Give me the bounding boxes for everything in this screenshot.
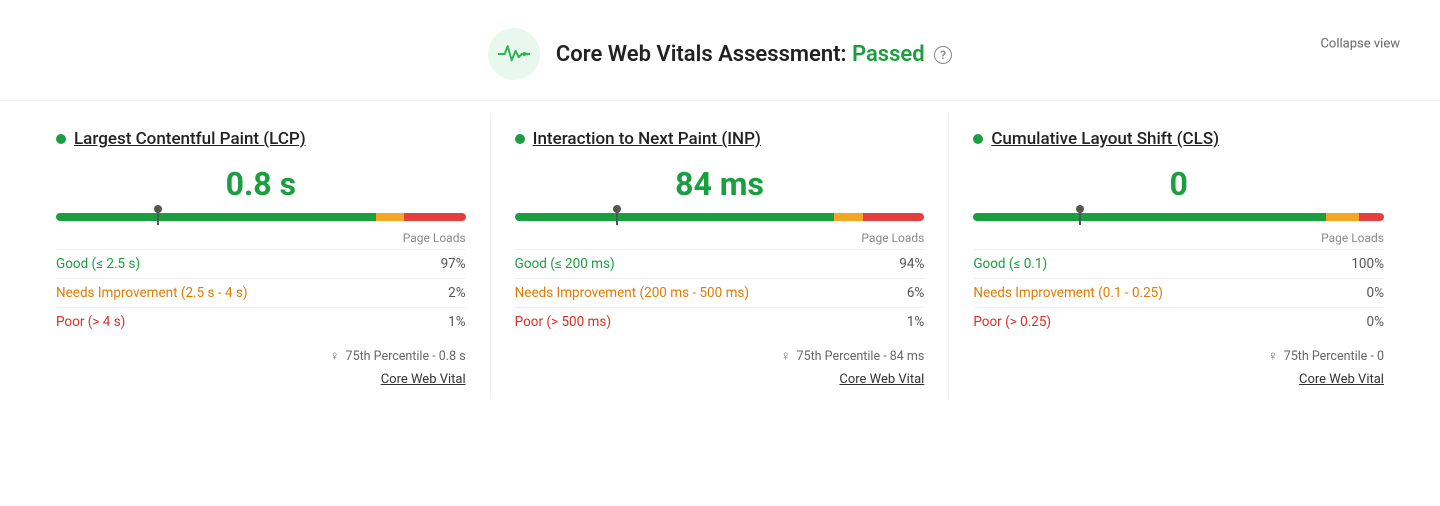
- marker-cls: [1079, 209, 1081, 225]
- metric-card-inp: Interaction to Next Paint (INP) 84 ms Pa…: [491, 113, 950, 399]
- stat-label-lcp-2: Poor (> 4 s): [56, 314, 125, 330]
- metric-header-lcp: Largest Contentful Paint (LCP): [56, 129, 466, 149]
- stat-value-cls-1: 0%: [1367, 285, 1384, 301]
- metric-value-lcp: 0.8 s: [56, 165, 466, 203]
- metric-card-cls: Cumulative Layout Shift (CLS) 0 Page Loa…: [949, 113, 1408, 399]
- bar-good-cls: [973, 213, 1326, 221]
- stat-value-inp-0: 94%: [899, 256, 924, 272]
- bar-good-inp: [515, 213, 835, 221]
- bar-needs-lcp: [376, 213, 405, 221]
- progress-bar-lcp: [56, 213, 466, 223]
- bar-track-cls: [973, 213, 1384, 221]
- stat-label-inp-0: Good (≤ 200 ms): [515, 256, 615, 272]
- stat-row-lcp-1: Needs Improvement (2.5 s - 4 s) 2%: [56, 278, 466, 307]
- stat-label-cls-2: Poor (> 0.25): [973, 314, 1051, 330]
- percentile-text-cls: 75th Percentile - 0: [1284, 349, 1384, 364]
- metric-name-cls[interactable]: Cumulative Layout Shift (CLS): [991, 129, 1219, 149]
- percentile-row-lcp: ♀ 75th Percentile - 0.8 s: [56, 344, 466, 364]
- page-loads-label-inp: Page Loads: [515, 231, 925, 245]
- core-web-vital-link-lcp[interactable]: Core Web Vital: [56, 372, 466, 387]
- stat-label-cls-0: Good (≤ 0.1): [973, 256, 1047, 272]
- stat-row-cls-0: Good (≤ 0.1) 100%: [973, 249, 1384, 278]
- page-header: Core Web Vitals Assessment: Passed ? Col…: [0, 0, 1440, 88]
- status-dot-inp: [515, 134, 525, 144]
- percentile-row-inp: ♀ 75th Percentile - 84 ms: [515, 344, 925, 364]
- status-dot-lcp: [56, 134, 66, 144]
- heartbeat-icon-wrap: [488, 28, 540, 80]
- core-web-vital-link-cls[interactable]: Core Web Vital: [973, 372, 1384, 387]
- stat-label-lcp-0: Good (≤ 2.5 s): [56, 256, 140, 272]
- marker-lcp: [157, 209, 159, 225]
- bar-track-inp: [515, 213, 925, 221]
- status-passed: Passed: [852, 42, 925, 67]
- stat-row-lcp-0: Good (≤ 2.5 s) 97%: [56, 249, 466, 278]
- marker-inp: [616, 209, 618, 225]
- stat-label-inp-2: Poor (> 500 ms): [515, 314, 611, 330]
- metric-card-lcp: Largest Contentful Paint (LCP) 0.8 s Pag…: [32, 113, 491, 399]
- stat-row-lcp-2: Poor (> 4 s) 1%: [56, 307, 466, 336]
- bar-needs-cls: [1326, 213, 1359, 221]
- core-web-vital-link-inp[interactable]: Core Web Vital: [515, 372, 925, 387]
- metrics-grid: Largest Contentful Paint (LCP) 0.8 s Pag…: [0, 100, 1440, 419]
- metric-value-cls: 0: [973, 165, 1384, 203]
- collapse-view-button[interactable]: Collapse view: [1320, 37, 1400, 52]
- stat-value-lcp-2: 1%: [448, 314, 465, 330]
- bar-needs-inp: [834, 213, 863, 221]
- metric-header-cls: Cumulative Layout Shift (CLS): [973, 129, 1384, 149]
- percentile-icon-inp: ♀: [781, 348, 791, 364]
- metric-value-inp: 84 ms: [515, 165, 925, 203]
- stat-value-cls-2: 0%: [1367, 314, 1384, 330]
- percentile-icon-cls: ♀: [1268, 348, 1278, 364]
- bar-poor-lcp: [404, 213, 465, 221]
- metric-name-lcp[interactable]: Largest Contentful Paint (LCP): [74, 129, 306, 149]
- page-loads-label-cls: Page Loads: [973, 231, 1384, 245]
- stat-value-lcp-1: 2%: [448, 285, 465, 301]
- page-loads-label-lcp: Page Loads: [56, 231, 466, 245]
- progress-bar-inp: [515, 213, 925, 223]
- stat-value-cls-0: 100%: [1351, 256, 1384, 272]
- metric-name-inp[interactable]: Interaction to Next Paint (INP): [533, 129, 761, 149]
- stat-row-inp-0: Good (≤ 200 ms) 94%: [515, 249, 925, 278]
- stat-value-lcp-0: 97%: [441, 256, 466, 272]
- percentile-text-inp: 75th Percentile - 84 ms: [797, 349, 925, 364]
- stat-row-cls-2: Poor (> 0.25) 0%: [973, 307, 1384, 336]
- help-icon[interactable]: ?: [934, 46, 952, 64]
- stat-value-inp-1: 6%: [907, 285, 924, 301]
- bar-poor-cls: [1359, 213, 1384, 221]
- progress-bar-cls: [973, 213, 1384, 223]
- bar-track-lcp: [56, 213, 466, 221]
- stat-row-inp-1: Needs Improvement (200 ms - 500 ms) 6%: [515, 278, 925, 307]
- percentile-row-cls: ♀ 75th Percentile - 0: [973, 344, 1384, 364]
- percentile-icon-lcp: ♀: [330, 348, 340, 364]
- bar-poor-inp: [863, 213, 924, 221]
- assessment-title: Core Web Vitals Assessment: Passed ?: [556, 42, 952, 67]
- stat-label-cls-1: Needs Improvement (0.1 - 0.25): [973, 285, 1163, 301]
- status-dot-cls: [973, 134, 983, 144]
- stat-label-lcp-1: Needs Improvement (2.5 s - 4 s): [56, 285, 248, 301]
- heartbeat-icon: [498, 43, 530, 65]
- metric-header-inp: Interaction to Next Paint (INP): [515, 129, 925, 149]
- stat-label-inp-1: Needs Improvement (200 ms - 500 ms): [515, 285, 749, 301]
- stat-row-cls-1: Needs Improvement (0.1 - 0.25) 0%: [973, 278, 1384, 307]
- stat-value-inp-2: 1%: [907, 314, 924, 330]
- bar-good-lcp: [56, 213, 376, 221]
- stat-row-inp-2: Poor (> 500 ms) 1%: [515, 307, 925, 336]
- percentile-text-lcp: 75th Percentile - 0.8 s: [346, 349, 466, 364]
